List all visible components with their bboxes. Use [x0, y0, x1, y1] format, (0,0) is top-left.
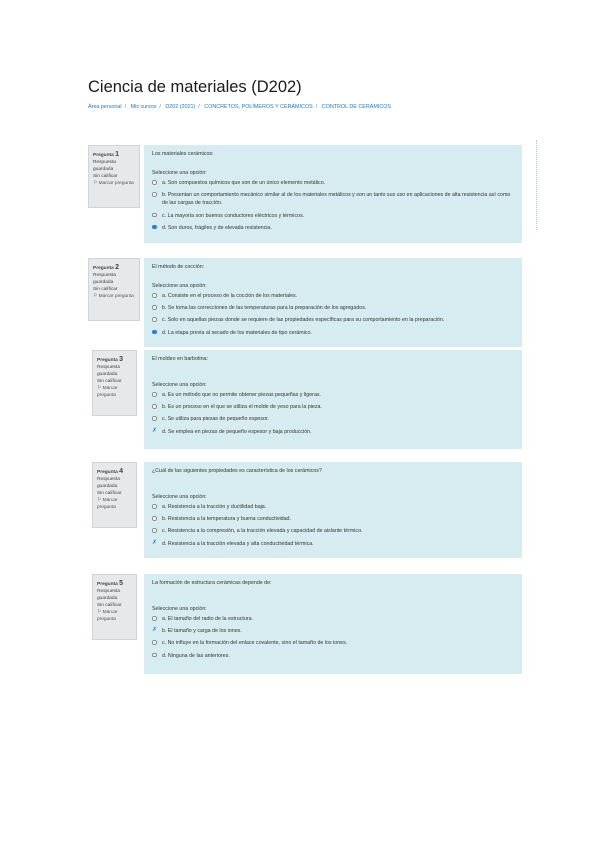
radio-button[interactable]	[152, 392, 157, 397]
flag-question-button[interactable]: ⚐ Marcar pregunta	[97, 386, 133, 400]
question-instruction: Seleccione una opción:	[152, 382, 207, 388]
question-instruction: Seleccione una opción:	[152, 283, 207, 289]
question-info: Pregunta 3 Respuesta guardada Sin califi…	[92, 350, 137, 416]
question-content: El método de cocción: Seleccione una opc…	[144, 258, 522, 347]
radio-button[interactable]	[152, 212, 157, 218]
question-status: Respuesta guardada	[97, 365, 120, 378]
question-text: Los materiales cerámicos:	[152, 151, 214, 157]
question-points: Sin calificar	[97, 491, 122, 497]
question-points: Sin calificar	[97, 379, 122, 385]
radio-button[interactable]	[152, 640, 157, 645]
question-number: 1	[115, 151, 120, 158]
breadcrumb: Área personal / Mis cursos / D202 (2021) / …	[88, 104, 392, 110]
radio-button[interactable]	[152, 528, 157, 533]
radio-button[interactable]	[152, 504, 157, 509]
question-number: 4	[119, 468, 124, 475]
radio-button[interactable]	[152, 305, 157, 310]
radio-button[interactable]	[152, 192, 157, 197]
selected-marker-icon: ✗	[152, 427, 158, 434]
answer-option[interactable]: a. Son compuestos químicos que son de un…	[152, 179, 514, 187]
selected-marker-icon: ✗	[152, 627, 158, 634]
flag-question-button[interactable]: ⚐ Marcar pregunta	[93, 181, 136, 188]
question-info: Pregunta 4 Respuesta guardada Sin califi…	[92, 462, 137, 528]
answer-option[interactable]: c. Solo en aquellas piezas donde se requ…	[152, 316, 514, 324]
radio-button[interactable]	[152, 404, 157, 409]
question-label: Pregunta	[97, 582, 118, 587]
question-instruction: Seleccione una opción:	[152, 494, 207, 500]
answer-option[interactable]: d. Ninguna de las anteriores.	[152, 652, 514, 660]
question-info: Pregunta 2 Respuesta guardada Sin califi…	[88, 258, 140, 321]
answer-option[interactable]: a. Es un método que no permite obtener p…	[152, 391, 514, 399]
answer-option[interactable]: c. Se utiliza para piezas de pequeño esp…	[152, 415, 514, 423]
question-status: Respuesta guardada	[97, 477, 120, 490]
scroll-divider	[536, 140, 537, 230]
radio-button[interactable]	[152, 317, 157, 322]
question-text: La formación de estructura cerámicas dep…	[152, 580, 272, 586]
radio-button[interactable]	[152, 516, 157, 521]
page-title: Ciencia de materiales (D202)	[88, 78, 302, 96]
question-content: La formación de estructura cerámicas dep…	[144, 574, 522, 674]
question-instruction: Seleccione una opción:	[152, 170, 207, 176]
question-label: Pregunta	[93, 153, 114, 158]
radio-button[interactable]	[152, 616, 157, 621]
answer-option[interactable]: b. Se toma las correcciones de las tempe…	[152, 304, 514, 312]
answer-option-selected[interactable]: ✗ d. Resistencia a la tracción elevada y …	[152, 540, 514, 548]
question-status: Respuesta guardada	[97, 589, 120, 602]
flag-question-button[interactable]: ⚐ Marcar pregunta	[97, 498, 133, 512]
question-status: Respuesta guardada	[93, 160, 116, 173]
question-text: El moldeo en barbotina:	[152, 356, 208, 362]
question-label: Pregunta	[93, 266, 114, 271]
radio-button[interactable]	[152, 416, 157, 421]
answer-option-selected[interactable]: d. La etapa previa al secado de los mate…	[152, 329, 514, 337]
question-number: 3	[119, 356, 124, 363]
breadcrumb-item[interactable]: Área personal	[88, 104, 122, 110]
breadcrumb-item[interactable]: Mis cursos	[131, 104, 157, 110]
question-label: Pregunta	[97, 470, 118, 475]
breadcrumb-item[interactable]: CONTROL DE CERÁMICOS	[322, 104, 391, 110]
radio-button-selected[interactable]	[152, 329, 157, 335]
flag-question-button[interactable]: ⚐ Marcar pregunta	[93, 294, 136, 301]
question-points: Sin calificar	[97, 603, 122, 609]
breadcrumb-item[interactable]: D202 (2021)	[165, 104, 195, 110]
radio-button[interactable]	[152, 180, 157, 185]
selected-marker-icon: ✗	[152, 539, 158, 546]
answer-option[interactable]: c. La mayoría son buenos conductores elé…	[152, 212, 514, 220]
question-content: Los materiales cerámicos: Seleccione una…	[144, 145, 522, 243]
question-info: Pregunta 1 Respuesta guardada Sin califi…	[88, 145, 140, 208]
answer-option[interactable]: b. Es un proceso en el que se utiliza el…	[152, 403, 514, 411]
question-instruction: Seleccione una opción:	[152, 606, 207, 612]
question-points: Sin calificar	[93, 174, 118, 180]
radio-button[interactable]	[152, 293, 157, 298]
answer-option[interactable]: a. Resistencia a la tracción y ductilida…	[152, 503, 514, 511]
question-info: Pregunta 5 Respuesta guardada Sin califi…	[92, 574, 137, 640]
answer-option[interactable]: b. Resistencia a la temperatura y buena …	[152, 515, 514, 523]
radio-button[interactable]	[152, 652, 157, 658]
answer-option[interactable]: b. Presentan un comportamiento mecánico …	[152, 191, 514, 207]
answer-option-selected[interactable]: ✗ b. El tamaño y carga de los iones.	[152, 627, 514, 635]
question-status: Respuesta guardada	[93, 273, 116, 286]
answer-option[interactable]: c. No influye en la formación del enlace…	[152, 639, 514, 647]
question-content: ¿Cuál de las siguientes propiedades es c…	[144, 462, 522, 558]
question-text: El método de cocción:	[152, 264, 205, 270]
flag-question-button[interactable]: ⚐ Marcar pregunta	[97, 610, 133, 624]
question-content: El moldeo en barbotina: Seleccione una o…	[144, 350, 522, 449]
answer-option[interactable]: c. Resistencia a la compresión, a la tra…	[152, 527, 514, 535]
question-number: 5	[119, 580, 124, 587]
radio-button-selected[interactable]	[152, 224, 157, 230]
question-label: Pregunta	[97, 358, 118, 363]
question-points: Sin calificar	[93, 287, 118, 293]
answer-option-selected[interactable]: ✗ d. Se emplea en piezas de pequeño espes…	[152, 428, 514, 436]
question-text: ¿Cuál de las siguientes propiedades es c…	[152, 468, 322, 474]
answer-option[interactable]: a. Consiste en el proceso de la cocción …	[152, 292, 514, 300]
answer-option[interactable]: a. El tamaño del radio de la estructura.	[152, 615, 514, 623]
breadcrumb-item[interactable]: CONCRETOS, POLÍMEROS Y CERÁMICOS	[204, 104, 312, 110]
question-number: 2	[115, 264, 120, 271]
answer-option-selected[interactable]: d. Son duros, frágiles y de elevada resi…	[152, 224, 514, 232]
